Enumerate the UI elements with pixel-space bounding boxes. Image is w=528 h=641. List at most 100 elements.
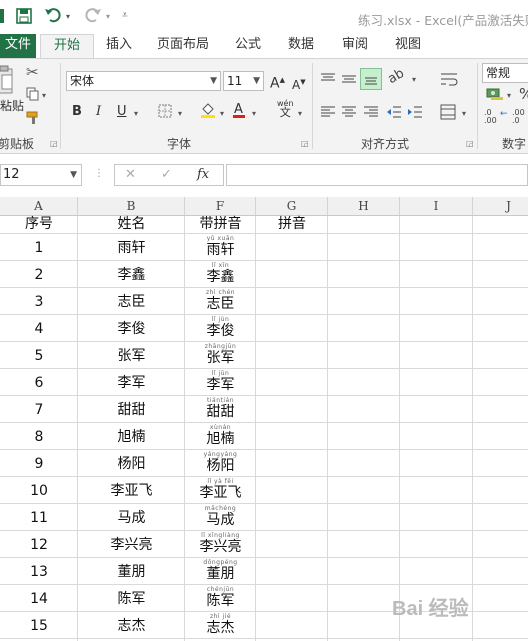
font-launcher-icon[interactable]: ◲ (301, 139, 309, 148)
name-cell[interactable]: 甜甜 (78, 401, 185, 419)
worksheet-grid[interactable]: 序号 姓名 带拼音 拼音 1 雨轩 yǔ xuān 雨轩 2 李鑫 lǐ xīn 李鑫 3 志臣 z… (0, 216, 528, 641)
pinyin-cell[interactable]: chénjūn 陈军 (185, 586, 256, 610)
name-cell[interactable]: 旭楠 (78, 428, 185, 446)
font-color-icon[interactable]: A (232, 101, 246, 122)
align-left-icon[interactable] (320, 105, 336, 122)
name-cell[interactable]: 张军 (78, 347, 185, 365)
undo-icon[interactable] (44, 7, 62, 27)
column-header-i[interactable]: I (400, 197, 473, 215)
customize-qat-icon[interactable]: ⩡ (122, 10, 128, 21)
pinyin-cell[interactable]: lǐ jūn 李军 (185, 370, 256, 394)
name-cell[interactable]: 李兴亮 (78, 536, 185, 554)
name-cell[interactable]: 志臣 (78, 293, 185, 311)
column-header-j[interactable]: J (473, 197, 528, 215)
save-icon[interactable] (16, 8, 32, 28)
index-cell[interactable]: 1 (0, 239, 78, 257)
number-format-combo[interactable]: 常规 (482, 63, 528, 83)
undo-dropdown-icon[interactable]: ▾ (66, 12, 70, 21)
cancel-icon[interactable]: ✕ (125, 167, 136, 182)
name-cell[interactable]: 李俊 (78, 320, 185, 338)
index-cell[interactable]: 11 (0, 509, 78, 527)
name-cell[interactable]: 志杰 (78, 617, 185, 635)
enter-icon[interactable]: ✓ (161, 167, 172, 182)
percent-button[interactable]: % (519, 85, 528, 103)
name-cell[interactable]: 杨阳 (78, 455, 185, 473)
pinyin-cell[interactable]: tiántián 甜甜 (185, 397, 256, 421)
tab-view[interactable]: 视图 (393, 34, 423, 58)
accounting-format-icon[interactable] (486, 87, 504, 104)
index-cell[interactable]: 13 (0, 563, 78, 581)
decrease-indent-icon[interactable] (386, 105, 402, 122)
column-header-g[interactable]: G (256, 197, 328, 215)
index-cell[interactable]: 6 (0, 374, 78, 392)
name-cell[interactable]: 马成 (78, 509, 185, 527)
pinyin-cell[interactable]: yǔ xuān 雨轩 (185, 235, 256, 259)
paste-icon[interactable] (0, 65, 14, 98)
pinyin-cell[interactable]: dǒngpéng 董朋 (185, 559, 256, 583)
font-name-combo[interactable]: 宋体 ▼ (66, 71, 221, 91)
align-middle-icon[interactable] (341, 71, 357, 87)
formula-input[interactable] (226, 164, 528, 186)
decrease-decimal-icon[interactable]: .00.0 (512, 109, 525, 125)
tab-page-layout[interactable]: 页面布局 (157, 34, 209, 58)
tab-insert[interactable]: 插入 (104, 34, 134, 58)
index-cell[interactable]: 8 (0, 428, 78, 446)
tab-formulas[interactable]: 公式 (233, 34, 263, 58)
index-cell[interactable]: 4 (0, 320, 78, 338)
bold-button[interactable]: B (72, 103, 82, 121)
name-cell[interactable]: 李军 (78, 374, 185, 392)
clipboard-launcher-icon[interactable]: ◲ (50, 139, 58, 148)
pinyin-cell[interactable]: zhì jié 志杰 (185, 613, 256, 637)
paste-label[interactable]: 粘贴 (0, 97, 24, 114)
index-cell[interactable]: 12 (0, 536, 78, 554)
align-top-icon[interactable] (320, 71, 336, 87)
wrap-text-icon[interactable] (440, 71, 458, 90)
tab-review[interactable]: 审阅 (340, 34, 370, 58)
pinyin-cell[interactable]: xùnán 旭楠 (185, 424, 256, 448)
tab-file[interactable]: 文件 (0, 34, 36, 58)
pinyin-cell[interactable]: zhāngjūn 张军 (185, 343, 256, 367)
index-cell[interactable]: 9 (0, 455, 78, 473)
borders-icon[interactable] (158, 104, 172, 121)
tab-data[interactable]: 数据 (286, 34, 316, 58)
tab-home[interactable]: 开始 (40, 34, 94, 59)
font-size-combo[interactable]: 11 ▼ (223, 71, 264, 91)
cut-icon[interactable]: ✂ (26, 63, 39, 81)
copy-dropdown-icon[interactable]: ▾ (42, 91, 46, 100)
pinyin-cell[interactable]: yángyáng 杨阳 (185, 451, 256, 475)
index-cell[interactable]: 7 (0, 401, 78, 419)
name-box[interactable]: 12 ▼ (0, 164, 82, 186)
shrink-font-button[interactable]: A▼ (292, 73, 306, 94)
index-cell[interactable]: 2 (0, 266, 78, 284)
header-cell-index[interactable]: 序号 (0, 216, 78, 233)
column-header-h[interactable]: H (328, 197, 400, 215)
column-header-a[interactable]: A (0, 197, 78, 215)
increase-indent-icon[interactable] (407, 105, 423, 122)
index-cell[interactable]: 5 (0, 347, 78, 365)
underline-dropdown-icon[interactable]: ▾ (134, 109, 138, 118)
pinyin-cell[interactable]: lǐ jùn 李俊 (185, 316, 256, 340)
borders-dropdown-icon[interactable]: ▾ (178, 109, 182, 118)
pinyin-cell[interactable]: lǐ yà fēi 李亚飞 (185, 478, 256, 502)
column-header-f[interactable]: F (185, 197, 256, 215)
header-cell-name[interactable]: 姓名 (78, 216, 185, 233)
redo-icon[interactable] (84, 7, 102, 27)
column-header-b[interactable]: B (78, 197, 185, 215)
alignment-launcher-icon[interactable]: ◲ (466, 139, 474, 148)
align-center-icon[interactable] (341, 105, 357, 122)
index-cell[interactable]: 10 (0, 482, 78, 500)
index-cell[interactable]: 3 (0, 293, 78, 311)
header-cell-pinyin[interactable]: 拼音 (256, 216, 328, 233)
index-cell[interactable]: 15 (0, 617, 78, 635)
pinyin-cell[interactable]: mǎchéng 马成 (185, 505, 256, 529)
font-color-dropdown-icon[interactable]: ▾ (252, 109, 256, 118)
merge-dropdown-icon[interactable]: ▾ (462, 109, 466, 118)
name-cell[interactable]: 董朋 (78, 563, 185, 581)
pinyin-cell[interactable]: zhì chén 志臣 (185, 289, 256, 313)
orientation-dropdown-icon[interactable]: ▾ (412, 75, 416, 84)
index-cell[interactable]: 14 (0, 590, 78, 608)
underline-button[interactable]: U (117, 103, 127, 121)
pinyin-cell[interactable]: lǐ xīngliàng 李兴亮 (185, 532, 256, 556)
pinyin-cell[interactable]: lǐ xīn 李鑫 (185, 262, 256, 286)
format-painter-icon[interactable] (26, 111, 42, 128)
